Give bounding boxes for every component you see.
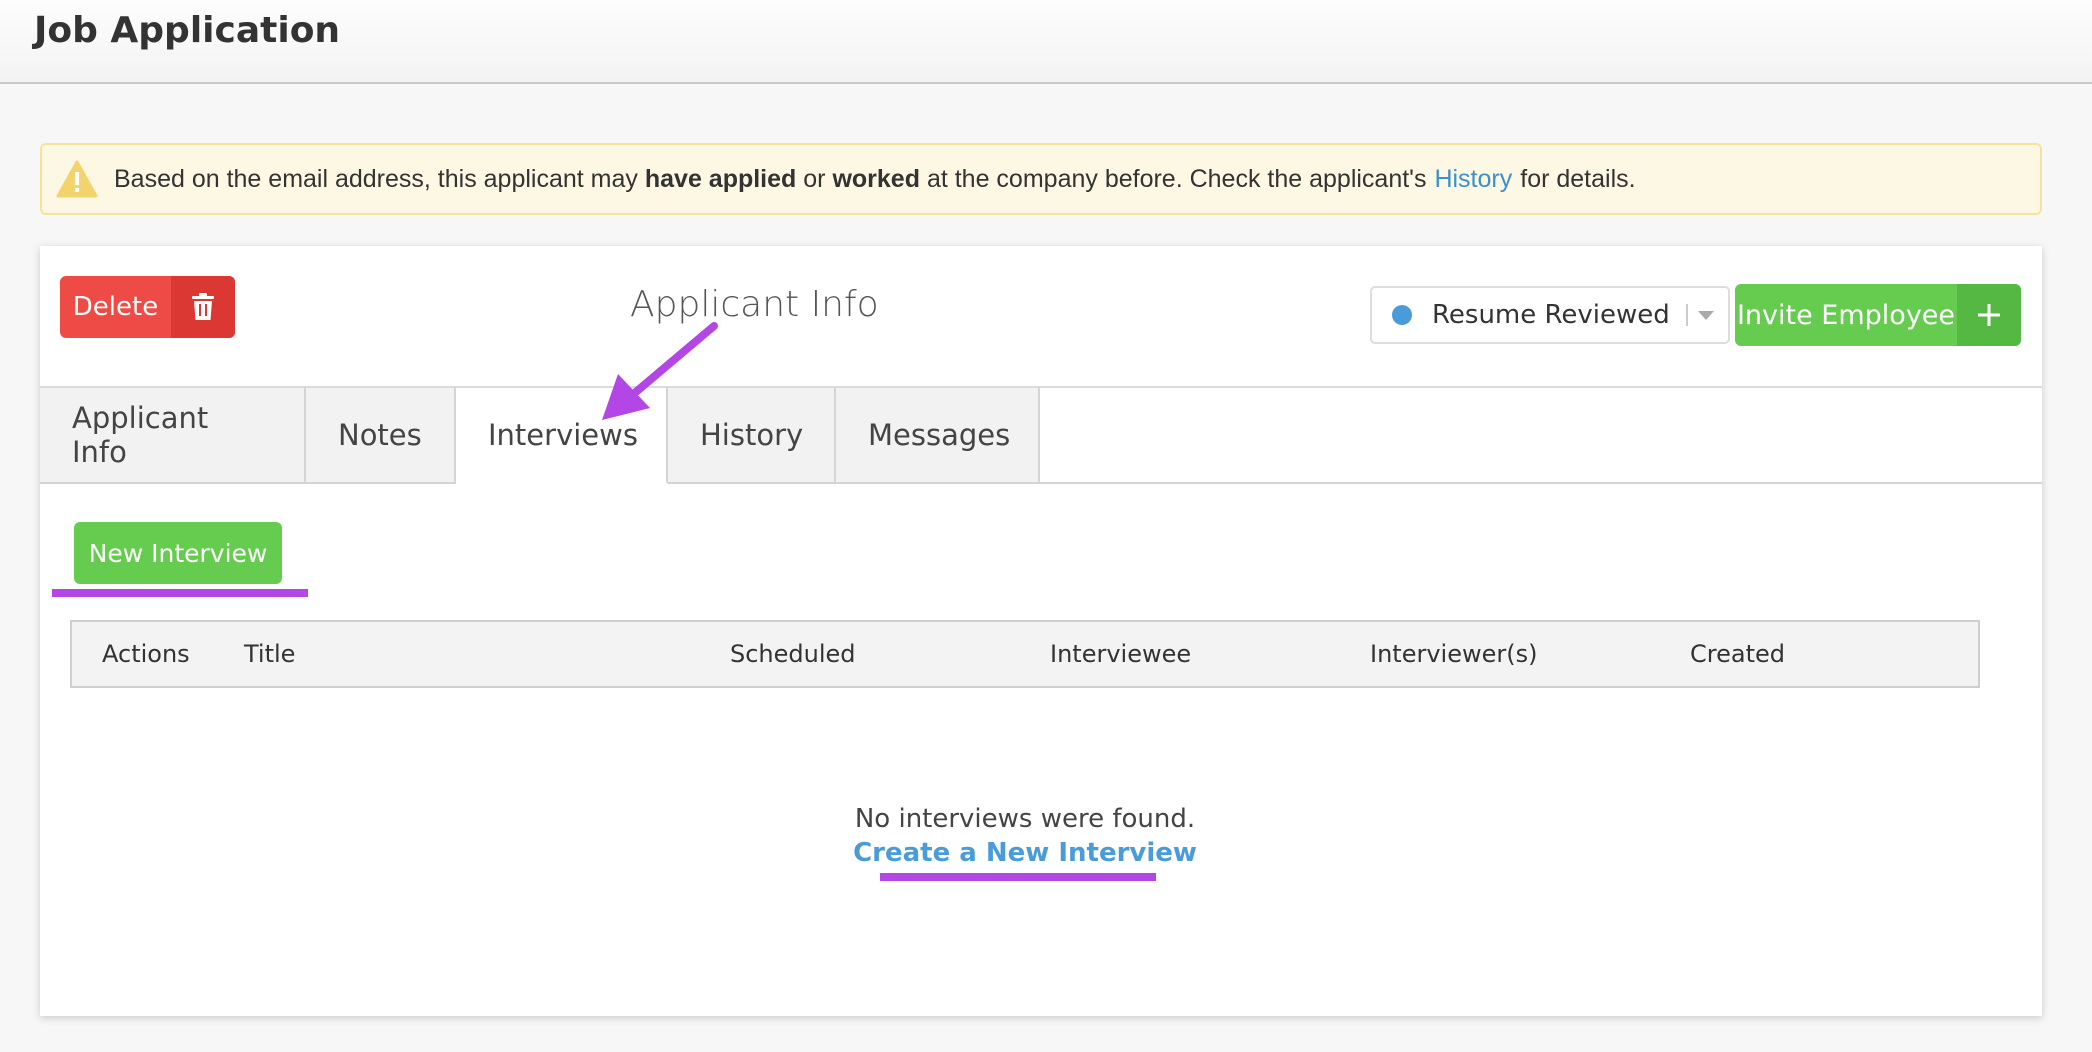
column-header-actions[interactable]: Actions bbox=[102, 622, 190, 686]
trash-icon bbox=[171, 276, 235, 338]
column-header-title[interactable]: Title bbox=[244, 622, 295, 686]
duplicate-applicant-alert: Based on the email address, this applica… bbox=[40, 143, 2042, 215]
plus-icon bbox=[1957, 284, 2021, 346]
chevron-down-icon bbox=[1698, 310, 1714, 320]
history-link[interactable]: History bbox=[1434, 165, 1512, 194]
tab-history[interactable]: History bbox=[668, 386, 836, 484]
page-title: Job Application bbox=[34, 10, 341, 51]
delete-button[interactable]: Delete bbox=[60, 276, 235, 338]
alert-text-after: for details. bbox=[1520, 164, 1636, 193]
tab-messages[interactable]: Messages bbox=[836, 386, 1040, 484]
status-value: Resume Reviewed bbox=[1432, 300, 1670, 330]
applicant-panel: Delete Applicant Info Resume Reviewed In… bbox=[40, 246, 2042, 1016]
status-separator bbox=[1686, 304, 1688, 326]
status-dot bbox=[1392, 305, 1412, 325]
alert-text-before: Based on the email address, this applica… bbox=[114, 164, 638, 193]
warning-icon bbox=[56, 160, 98, 198]
tab-notes[interactable]: Notes bbox=[306, 386, 456, 484]
alert-bold-worked: worked bbox=[832, 164, 920, 193]
create-interview-link[interactable]: Create a New Interview bbox=[853, 838, 1197, 868]
status-dropdown[interactable]: Resume Reviewed bbox=[1370, 286, 1730, 344]
column-header-interviewee[interactable]: Interviewee bbox=[1050, 622, 1191, 686]
column-header-interviewers[interactable]: Interviewer(s) bbox=[1370, 622, 1537, 686]
invite-employee-label: Invite Employee bbox=[1736, 299, 1956, 331]
alert-text-middle: at the company before. Check the applica… bbox=[926, 164, 1427, 193]
column-header-scheduled[interactable]: Scheduled bbox=[730, 622, 856, 686]
interviews-table-header: Actions Title Scheduled Interviewee Inte… bbox=[70, 620, 1980, 688]
tab-applicant-info[interactable]: Applicant Info bbox=[40, 386, 306, 484]
invite-employee-button[interactable]: Invite Employee bbox=[1735, 284, 2021, 346]
create-interview-link-wrap: Create a New Interview bbox=[40, 838, 2010, 868]
alert-bold-applied: have applied bbox=[644, 164, 797, 193]
empty-state-message: No interviews were found. bbox=[854, 804, 1196, 834]
panel-heading: Applicant Info bbox=[630, 284, 879, 325]
tab-bar: Applicant Info Notes Interviews History … bbox=[40, 386, 2042, 484]
page-header: Job Application bbox=[0, 0, 2092, 84]
delete-button-label: Delete bbox=[72, 292, 159, 322]
column-header-created[interactable]: Created bbox=[1690, 622, 1785, 686]
new-interview-button[interactable]: New Interview bbox=[74, 522, 282, 584]
alert-text-or: or bbox=[803, 164, 826, 193]
tab-interviews[interactable]: Interviews bbox=[456, 386, 668, 484]
